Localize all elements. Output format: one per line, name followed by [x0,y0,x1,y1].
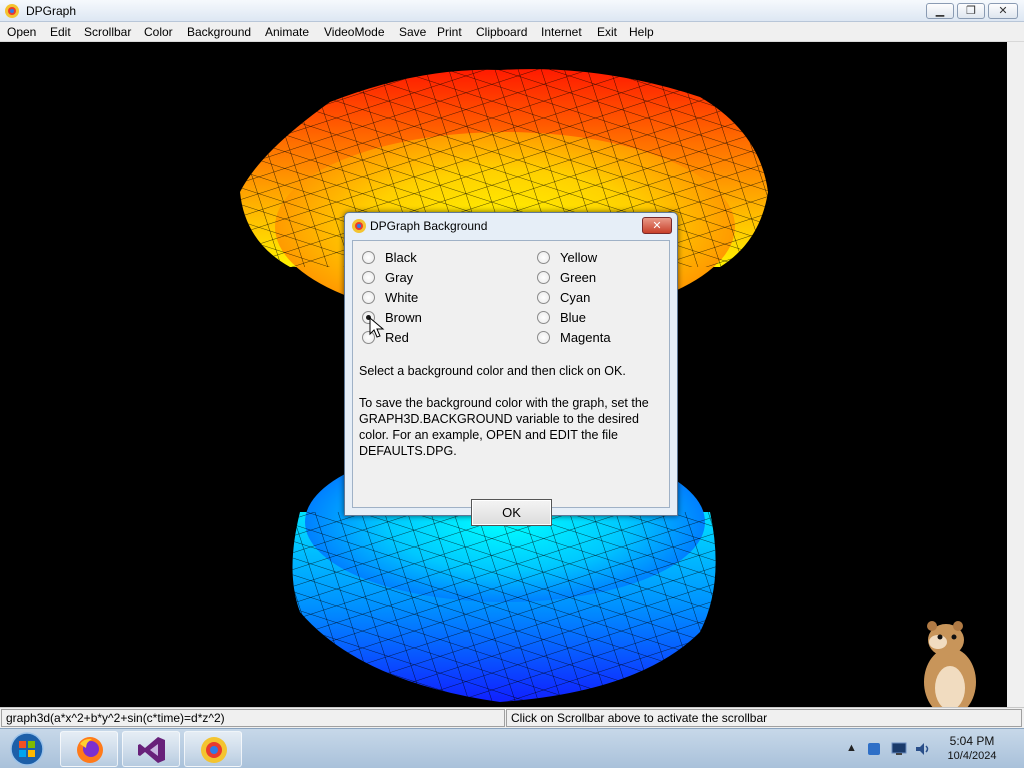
taskbar-visual-studio[interactable] [122,731,180,767]
label-cyan: Cyan [560,290,591,305]
taskbar-dpgraph[interactable] [184,731,242,767]
label-yellow: Yellow [560,250,598,265]
radio-white[interactable] [362,291,375,304]
menu-videomode[interactable]: VideoMode [324,25,385,39]
dpgraph-icon [201,737,227,763]
window-title: DPGraph [26,4,77,18]
menu-bar: Open Edit Scrollbar Color Background Ani… [0,22,1024,42]
menu-open[interactable]: Open [7,25,36,39]
dialog-title: DPGraph Background [370,219,488,233]
clock-date[interactable]: 10/4/2024 [940,750,1004,762]
radio-yellow[interactable] [537,251,550,264]
volume-icon[interactable] [914,741,932,757]
status-bar: graph3d(a*x^2+b*y^2+sin(c*time)=d*z^2) C… [0,707,1024,728]
label-green: Green [560,270,597,285]
label-red: Red [385,330,409,345]
menu-exit[interactable]: Exit [597,25,617,39]
menu-edit[interactable]: Edit [50,25,71,39]
dpgraph-dialog-icon [352,219,366,233]
menu-print[interactable]: Print [437,25,462,39]
menu-save[interactable]: Save [399,25,426,39]
menu-help[interactable]: Help [629,25,654,39]
menu-animate[interactable]: Animate [265,25,309,39]
label-gray: Gray [385,270,414,285]
menu-color[interactable]: Color [144,25,173,39]
equation-status: graph3d(a*x^2+b*y^2+sin(c*time)=d*z^2) [1,709,505,727]
dpgraph-app-icon [5,4,19,18]
radio-black[interactable] [362,251,375,264]
background-dialog: DPGraph Background ✕ Black Gray White Br… [344,212,678,526]
firefox-icon [77,737,103,763]
dialog-close-button[interactable]: ✕ [642,217,672,234]
instruction-text: Select a background color and then click… [359,364,626,378]
radio-gray[interactable] [362,271,375,284]
tray-expand-icon[interactable]: ▲ [846,742,857,754]
start-button-icon[interactable] [4,731,50,767]
vertical-scrollbar[interactable] [1007,42,1024,707]
label-magenta: Magenta [560,330,611,345]
minimize-button[interactable]: ▁ [926,3,954,19]
dialog-body: Black Gray White Brown Red Yellow Green … [352,240,670,526]
clock-time[interactable]: 5:04 PM [940,734,1004,748]
label-black: Black [385,250,417,265]
tray-app-icon[interactable] [866,741,882,757]
menu-scrollbar[interactable]: Scrollbar [84,25,131,39]
menu-background[interactable]: Background [187,25,251,39]
menu-clipboard[interactable]: Clipboard [476,25,527,39]
taskbar: ▲ 5:04 PM 10/4/2024 [0,728,1024,768]
radio-green[interactable] [537,271,550,284]
menu-internet[interactable]: Internet [541,25,582,39]
taskbar-firefox[interactable] [60,731,118,767]
visual-studio-icon [138,737,165,763]
label-blue: Blue [560,310,587,325]
radio-blue[interactable] [537,311,550,324]
label-brown: Brown [385,310,422,325]
network-icon[interactable] [890,741,908,757]
ok-button[interactable]: OK [471,499,552,526]
maximize-button[interactable]: ❐ [957,3,985,19]
mouse-cursor-icon [369,317,385,338]
radio-cyan[interactable] [537,291,550,304]
label-white: White [385,290,419,305]
close-button[interactable]: ✕ [988,3,1018,19]
hamster-pet-icon[interactable] [902,612,992,707]
title-bar: DPGraph ▁ ❐ ✕ [0,0,1024,22]
radio-magenta[interactable] [537,331,550,344]
note-text: To save the background color with the gr… [359,396,649,458]
hint-status: Click on Scrollbar above to activate the… [506,709,1022,727]
